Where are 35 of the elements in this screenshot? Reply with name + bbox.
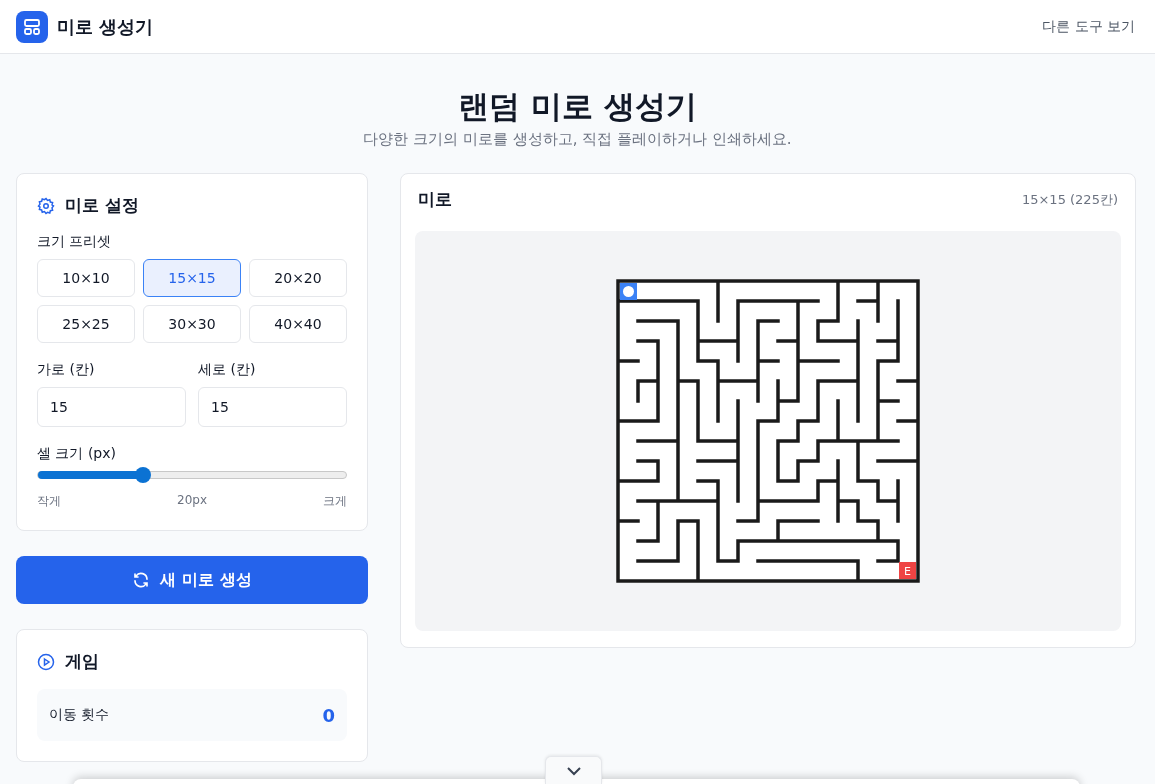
section-title: 게임 [65, 650, 99, 673]
preset-button[interactable]: 20×20 [249, 259, 347, 297]
preset-button[interactable]: 30×30 [143, 305, 241, 343]
preset-button[interactable]: 25×25 [37, 305, 135, 343]
exit-marker: E [899, 562, 916, 579]
tools-link[interactable]: 다른 도구 보기 [1042, 17, 1135, 36]
preset-button[interactable]: 40×40 [249, 305, 347, 343]
field-label: 가로 (칸) [37, 361, 96, 379]
field-label: 세로 (칸) [198, 361, 257, 379]
expand-button[interactable] [545, 756, 602, 784]
logo-icon [16, 10, 48, 43]
page-title: 랜덤 미로 생성기 [457, 87, 698, 126]
slider-min-label: 작게 [37, 493, 61, 510]
player-marker [620, 283, 637, 300]
field-label: 크기 프리셋 [37, 233, 113, 251]
refresh-icon [132, 571, 151, 589]
panel-title: 미로 [418, 188, 452, 211]
width-input[interactable]: 15 [37, 387, 186, 427]
section-title: 미로 설정 [65, 194, 139, 217]
chevron-down-icon [565, 765, 582, 776]
preset-button[interactable]: 10×10 [37, 259, 135, 297]
app-title: 미로 생성기 [57, 14, 154, 39]
preset-button[interactable]: 15×15 [143, 259, 241, 297]
stat-label: 이동 횟수 [49, 706, 110, 724]
play-icon [37, 652, 55, 671]
maze-size-info: 15×15 (225칸) [1021, 190, 1118, 209]
stat-value: 0 [322, 704, 335, 726]
slider-thumb[interactable] [134, 467, 151, 483]
field-label: 셀 크기 (px) [37, 445, 117, 463]
generate-button[interactable]: 새 미로 생성 [16, 556, 368, 604]
page-subtitle: 다양한 크기의 미로를 생성하고, 직접 플레이하거나 인쇄하세요. [362, 130, 793, 149]
height-input[interactable]: 15 [198, 387, 347, 427]
slider-max-label: 크게 [323, 493, 347, 510]
slider-value: 20px [177, 493, 207, 509]
settings-icon [37, 196, 55, 215]
